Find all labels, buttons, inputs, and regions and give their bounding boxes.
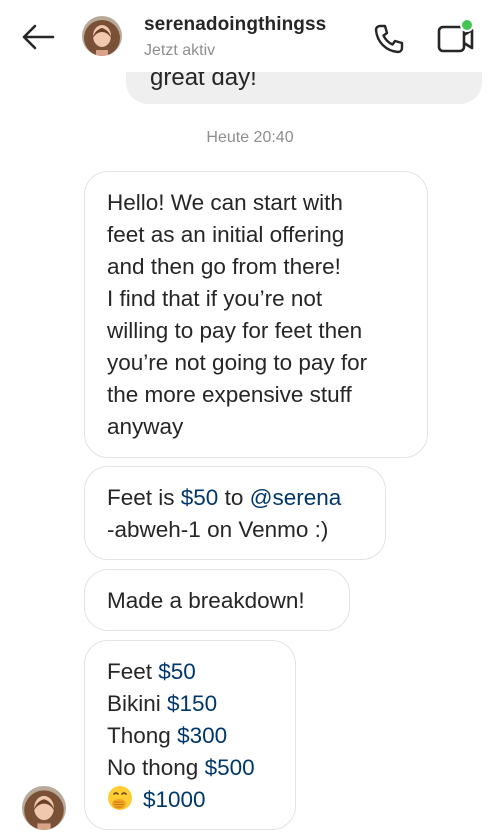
price-breakdown-bubble[interactable]: Feet $50 Bikini $150 Thong $300 No thong…: [84, 640, 296, 830]
price-link[interactable]: $50: [181, 485, 219, 510]
back-button[interactable]: [20, 22, 56, 52]
message-line: anyway: [107, 414, 184, 439]
item-label: Feet: [107, 659, 159, 684]
phone-icon: [374, 24, 404, 54]
message-line: I find that if you’re not: [107, 286, 323, 311]
message-line: feet as an initial offering: [107, 222, 345, 247]
message-text: -abweh-1: [107, 517, 201, 542]
username[interactable]: serenadoingthingss: [144, 14, 326, 36]
message-line: Hello! We can start with: [107, 190, 343, 215]
price-link[interactable]: $50: [158, 659, 196, 684]
message-line: -abweh-1 on Venmo :): [107, 514, 363, 546]
price-link[interactable]: $150: [167, 691, 217, 716]
message-line: and then go from there!: [107, 254, 341, 279]
online-indicator-dot: [460, 18, 474, 32]
audio-call-button[interactable]: [372, 22, 406, 56]
active-status: Jetzt aktiv: [144, 42, 216, 59]
message-text: to: [218, 485, 250, 510]
message-bubble[interactable]: Hello! We can start with feet as an init…: [84, 171, 428, 458]
price-item: $1000: [107, 784, 273, 816]
message-text: Feet is: [107, 485, 181, 510]
profile-avatar-image: [22, 786, 66, 830]
item-label: No thong: [107, 755, 205, 780]
message-bubble[interactable]: Made a breakdown!: [84, 569, 350, 631]
message-line: you’re not going to pay for: [107, 350, 368, 375]
profile-avatar-image: [82, 16, 122, 56]
price-link[interactable]: $1000: [143, 787, 206, 812]
arrow-left-icon: [22, 24, 55, 50]
price-item: Feet $50: [107, 656, 273, 688]
price-item: Bikini $150: [107, 688, 273, 720]
message-bubble[interactable]: Feet is $50 to @serena -abweh-1 on Venmo…: [84, 466, 386, 560]
hand-over-mouth-emoji-icon: [108, 786, 132, 810]
message-line: the more expensive stuff: [107, 382, 352, 407]
video-camera-icon: [437, 18, 474, 53]
chat-header: serenadoingthingss Jetzt aktiv: [0, 0, 500, 72]
sender-avatar[interactable]: [22, 786, 66, 830]
item-label: Thong: [107, 723, 178, 748]
message-line: Made a breakdown!: [107, 588, 305, 613]
chat-screen: great day! serenadoingthingss Jetzt akti…: [0, 0, 500, 838]
message-timestamp: Heute 20:40: [206, 129, 294, 146]
price-item: Thong $300: [107, 720, 273, 752]
price-item: No thong $500: [107, 752, 273, 784]
mention-link[interactable]: @serena: [250, 485, 342, 510]
item-label: Bikini: [107, 691, 168, 716]
price-link[interactable]: $300: [177, 723, 227, 748]
header-avatar[interactable]: [82, 16, 122, 56]
price-link[interactable]: $500: [205, 755, 255, 780]
message-line: willing to pay for feet then: [107, 318, 363, 343]
message-text: on Venmo :): [200, 517, 329, 542]
video-call-button[interactable]: [436, 18, 476, 56]
message-line: Feet is $50 to @serena: [107, 482, 363, 514]
